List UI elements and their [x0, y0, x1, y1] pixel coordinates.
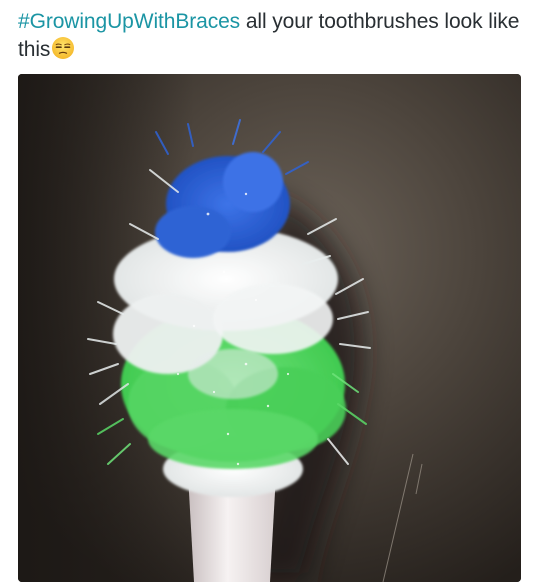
unamused-face-icon [52, 37, 75, 59]
tweet-photo[interactable] [18, 74, 521, 582]
hashtag-link[interactable]: #GrowingUpWithBraces [18, 10, 240, 33]
tweet-text: #GrowingUpWithBraces all your toothbrush… [18, 8, 538, 64]
toothbrush-photo [18, 74, 521, 582]
